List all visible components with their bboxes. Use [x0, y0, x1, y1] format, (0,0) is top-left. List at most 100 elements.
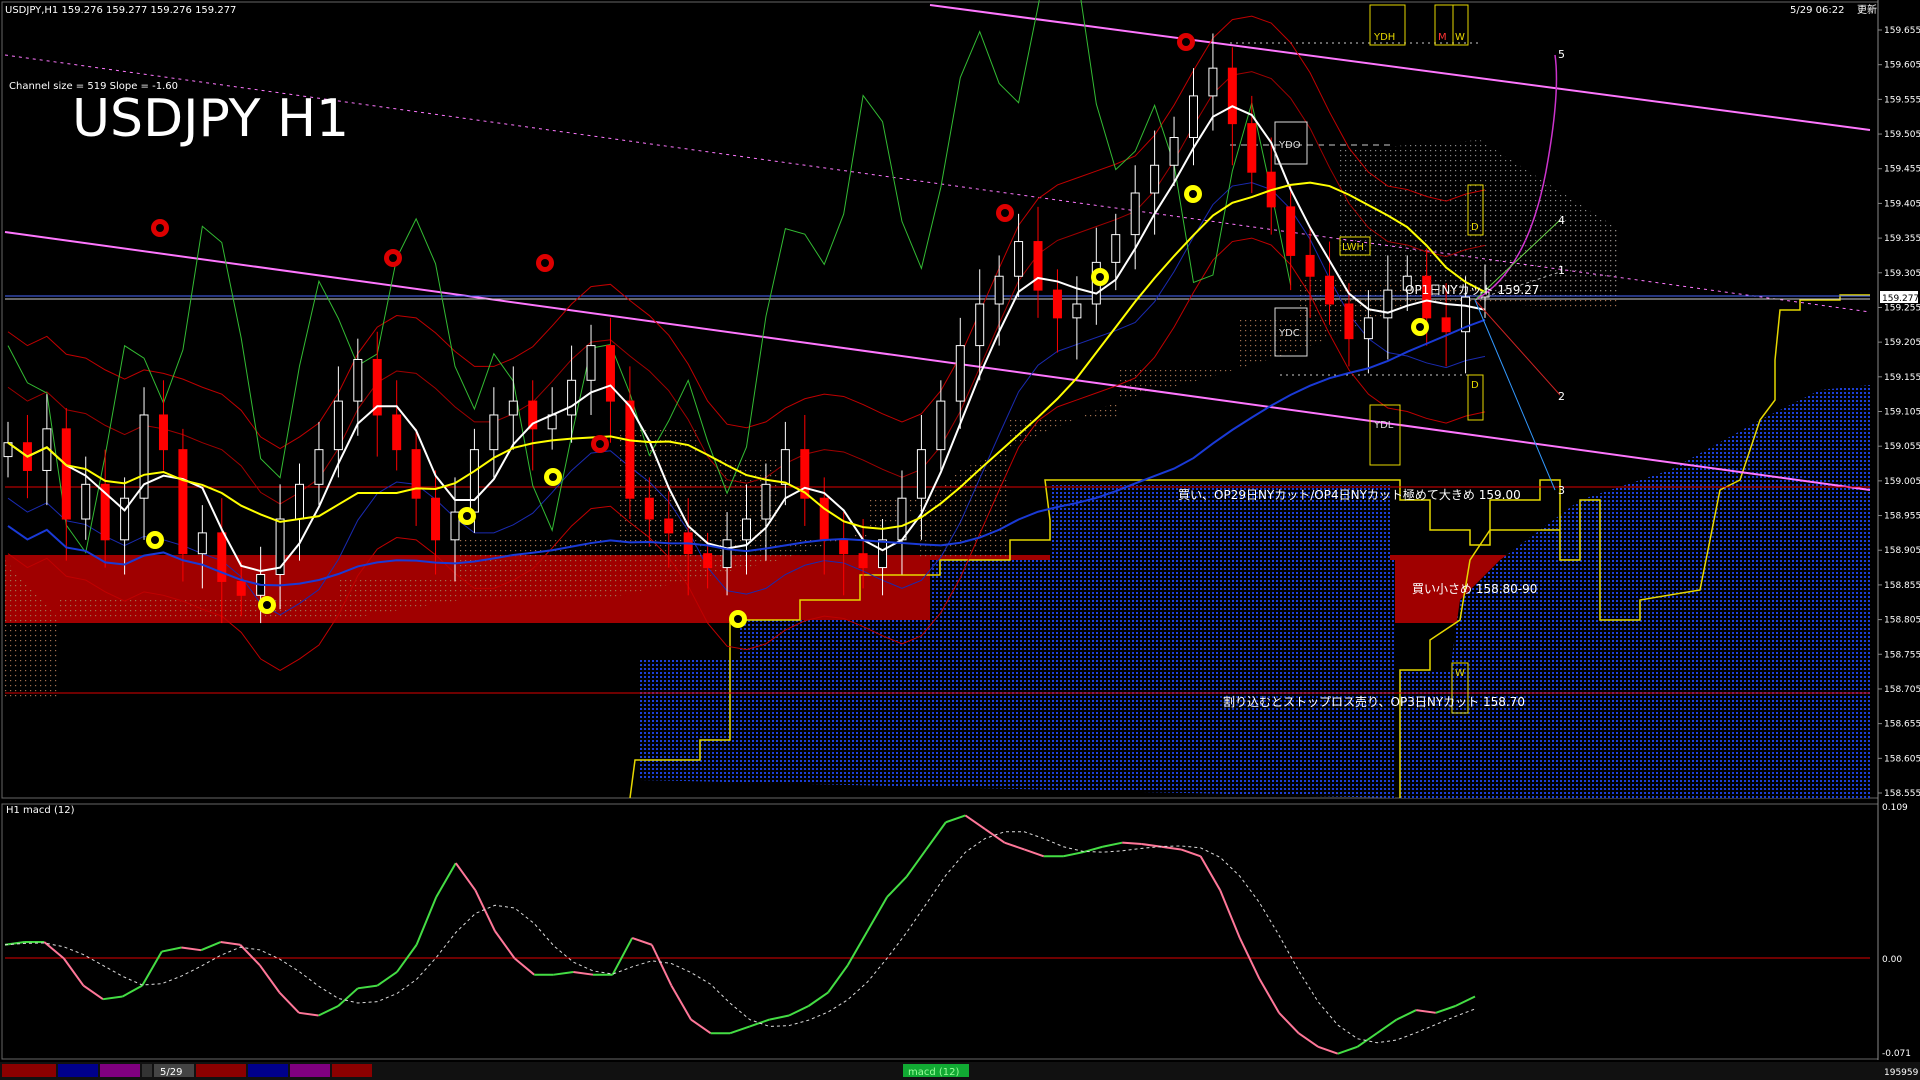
pivot-marker-core: [541, 259, 549, 267]
annotation-op1: OP1日NYカット 159.27: [1405, 283, 1539, 297]
price-tick-label: 159.105: [1884, 408, 1920, 418]
footer-color-7[interactable]: [290, 1064, 330, 1077]
footer-color-4[interactable]: [142, 1064, 152, 1077]
ichimoku-cloud-layer: [5, 140, 1870, 798]
macd-segment: [905, 848, 928, 878]
macd-segment: [278, 991, 300, 1014]
candle-body: [61, 428, 71, 520]
price-tick-label: 159.255: [1884, 303, 1920, 313]
candle: [139, 387, 149, 540]
m-label: M: [1438, 32, 1447, 43]
footer-color-8[interactable]: [332, 1064, 372, 1077]
pivot-marker-core: [596, 440, 604, 448]
macd-segment: [513, 957, 535, 976]
macd-segment: [670, 985, 692, 1021]
candle: [61, 408, 71, 561]
candle-body: [1208, 67, 1218, 97]
candle-body: [780, 449, 790, 485]
candle-body: [450, 511, 460, 541]
macd-segment: [1023, 848, 1045, 858]
candle-body: [1363, 317, 1373, 340]
macd-segment: [1337, 1045, 1358, 1055]
candle-body: [1383, 289, 1393, 319]
candle: [489, 387, 499, 478]
macd-segment: [984, 828, 1006, 844]
candle: [625, 366, 635, 520]
footer-bar[interactable]: 5/29 macd (12) 195959: [0, 1062, 1920, 1080]
macd-segment: [1278, 1012, 1300, 1034]
macd-segment: [808, 991, 829, 1007]
candle: [1033, 206, 1043, 318]
candle-body: [819, 497, 829, 541]
candle-body: [1169, 137, 1179, 166]
projection-3: [1474, 299, 1556, 491]
macd-segment: [1004, 841, 1025, 851]
pivot-marker-core: [734, 615, 742, 623]
macd-segment: [258, 964, 281, 993]
footer-color-6[interactable]: [248, 1064, 288, 1077]
candle-body: [1052, 289, 1062, 319]
macd-segment: [827, 964, 849, 993]
footer-date: 5/29: [160, 1067, 182, 1078]
macd-segment: [1454, 995, 1476, 1007]
candle: [586, 324, 596, 415]
macd-signal: [4, 831, 1476, 1044]
macd-segment: [415, 896, 438, 946]
candle-body: [664, 518, 674, 534]
d-upper-label: D: [1471, 222, 1479, 233]
candle-body: [1111, 234, 1121, 263]
candle: [508, 366, 518, 450]
candle-body: [625, 400, 635, 499]
macd-segment: [964, 814, 986, 830]
candle-body: [742, 518, 751, 541]
big-title: USDJPY H1: [72, 89, 349, 149]
ydc-label: YDC: [1278, 328, 1300, 339]
candle: [605, 317, 615, 443]
candle-body: [1014, 241, 1024, 277]
macd-label: H1 macd (12): [6, 805, 75, 816]
macd-segment: [1356, 1032, 1378, 1048]
macd-segment: [769, 1014, 790, 1021]
current-price-label: 159.277: [1882, 294, 1919, 304]
candle-body: [1441, 317, 1451, 333]
proj-label-3: 3: [1558, 484, 1565, 497]
macd-segment: [62, 957, 85, 987]
candle: [1286, 186, 1296, 291]
candle-body: [761, 483, 771, 520]
price-chart[interactable]: 5 4 1 2 3 YDH M W YDO LWH YDC YDL D D W …: [0, 0, 1920, 1080]
macd-segment: [1435, 1005, 1456, 1014]
proj-label-4: 4: [1558, 214, 1565, 227]
ydh-label: YDH: [1373, 32, 1395, 43]
candle-body: [120, 497, 130, 541]
pivot-marker-core: [389, 254, 397, 262]
d-lower-label: D: [1471, 380, 1479, 391]
candle-body: [1033, 241, 1043, 291]
footer-color-2[interactable]: [58, 1064, 98, 1077]
channel-upper: [929, 4, 1871, 131]
price-tick-label: 159.155: [1884, 373, 1920, 383]
candle-body: [81, 483, 91, 520]
datetime-label: 5/29 06:22: [1790, 5, 1844, 16]
macd-segment: [200, 941, 221, 952]
macd-segment: [454, 862, 477, 891]
band-upper: [7, 15, 1486, 450]
footer-right-label: 195959: [1884, 1068, 1919, 1078]
macd-panel-frame: [1, 803, 1879, 1060]
macd-segment: [337, 987, 359, 1007]
candle-body: [586, 345, 596, 381]
ydl-label: YDL: [1373, 420, 1394, 431]
candle-body: [236, 580, 246, 596]
macd-segment: [474, 889, 496, 932]
macd-segment: [650, 944, 673, 987]
footer-color-1[interactable]: [2, 1064, 56, 1077]
macd-tick-top: 0.109: [1882, 803, 1908, 813]
candle: [955, 317, 965, 429]
footer-color-3[interactable]: [100, 1064, 140, 1077]
annotation-stop-loss: 割り込むとストップロス売り、OP3日NYカット 158.70: [1223, 694, 1525, 709]
footer-color-5[interactable]: [196, 1064, 246, 1077]
price-tick-label: 159.005: [1884, 477, 1920, 487]
macd-segment: [181, 946, 202, 952]
candle-body: [975, 303, 985, 347]
candle-body: [936, 400, 946, 451]
ydl-box: [1369, 404, 1401, 466]
